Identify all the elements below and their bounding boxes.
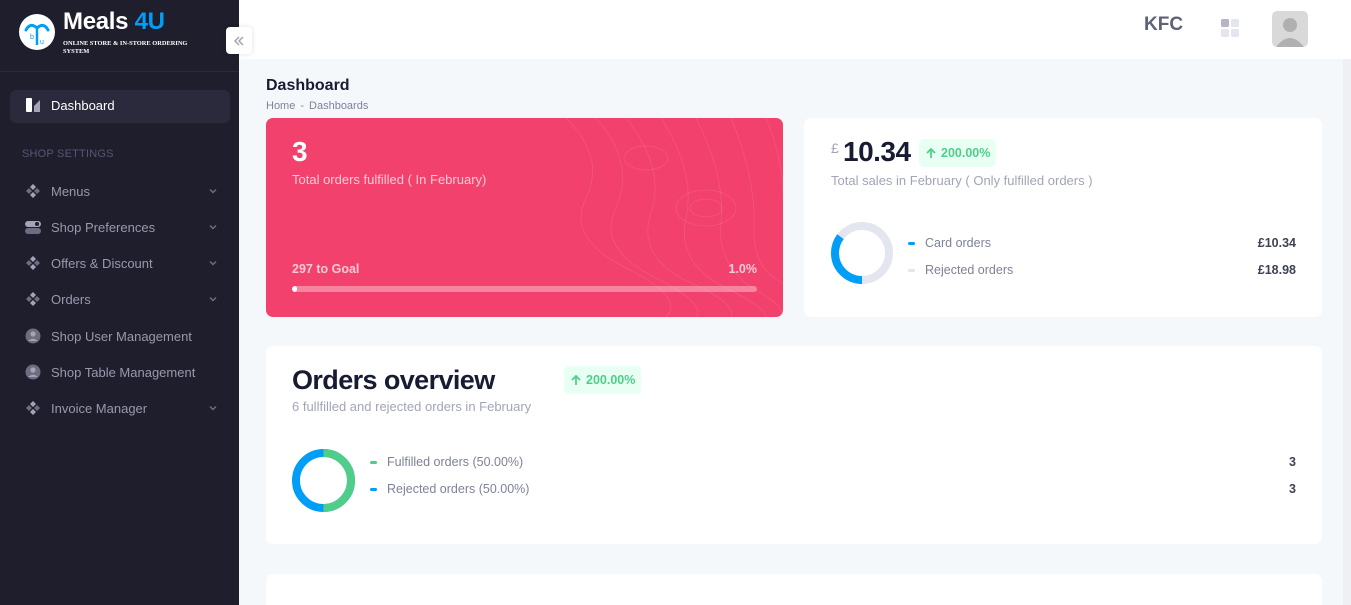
total-sales-subtitle: Total sales in February ( Only fulfilled…	[831, 173, 1093, 188]
sales-growth-badge: 200.00%	[919, 139, 997, 167]
sidebar-item-label: Dashboard	[51, 97, 115, 113]
legend-label: Rejected orders (50.00%)	[387, 482, 530, 496]
sidebar-item-shop-preferences[interactable]: Shop Preferences	[24, 217, 155, 237]
orders-overview-title: Orders overview	[292, 365, 495, 395]
legend-marker	[908, 268, 915, 272]
diamond-cluster-icon	[24, 399, 42, 417]
sidebar-section-title: SHOP SETTINGS	[22, 148, 114, 160]
sidebar-item-shop-table-management[interactable]: Shop Table Management	[24, 362, 195, 382]
breadcrumb-current: Dashboards	[309, 100, 369, 112]
sidebar-item-label: Shop Table Management	[51, 364, 196, 380]
legend-label: Fulfilled orders (50.00%)	[387, 455, 524, 469]
goal-percent-text: 1.0%	[728, 262, 758, 276]
chevron-down-icon[interactable]	[207, 293, 219, 305]
legend-card-orders: Card orders	[908, 236, 991, 250]
overview-growth-value: 200.00%	[586, 373, 636, 387]
legend-marker	[370, 460, 377, 464]
legend-value-card-orders: £10.34	[1257, 236, 1296, 250]
svg-text:u: u	[40, 39, 44, 46]
sales-growth-value: 200.00%	[941, 146, 991, 160]
diamond-cluster-icon	[24, 254, 42, 272]
svg-text:b: b	[30, 34, 34, 41]
toggle-icon	[24, 218, 42, 236]
orders-fulfilled-value: 3	[292, 136, 308, 167]
legend-marker	[908, 241, 915, 245]
brand-tagline: ONLINE STORE & IN-STORE ORDERING SYSTEM	[63, 40, 188, 55]
chevron-down-icon[interactable]	[207, 402, 219, 414]
breadcrumb-home[interactable]: Home	[266, 100, 295, 112]
apps-grid-icon[interactable]	[1221, 19, 1239, 37]
user-circle-icon	[24, 363, 42, 381]
legend-label: Rejected orders	[925, 263, 1014, 277]
breadcrumb-separator: -	[300, 100, 305, 112]
orders-fulfilled-subtitle: Total orders fulfilled ( In February)	[292, 172, 487, 187]
sidebar-item-label: Menus	[51, 183, 91, 199]
legend-value-rejected-orders: 3	[1289, 482, 1296, 496]
page-scrollbar[interactable]	[1343, 59, 1351, 605]
overview-growth-badge: 200.00%	[564, 366, 642, 394]
orders-fulfilled-card: 3 Total orders fulfilled ( In February) …	[266, 118, 783, 317]
orders-overview-card: Orders overview 200.00% 6 fullfilled and…	[266, 346, 1322, 544]
legend-rejected-orders: Rejected orders (50.00%)	[370, 482, 529, 496]
shop-name: KFC	[1144, 14, 1184, 35]
user-avatar[interactable]	[1272, 11, 1308, 47]
top-header: KFC	[239, 0, 1351, 59]
sidebar-item-label: Orders	[51, 291, 91, 307]
page-title: Dashboard	[266, 77, 350, 94]
goal-remaining-text: 297 to Goal	[292, 262, 360, 276]
sidebar-item-label: Shop Preferences	[51, 219, 156, 235]
sidebar-item-label: Shop User Management	[51, 328, 192, 344]
total-sales-card: £ 10.34 200.00% Total sales in February …	[804, 118, 1322, 317]
goal-progress-fill	[292, 286, 297, 292]
legend-fulfilled-orders: Fulfilled orders (50.00%)	[370, 455, 523, 469]
sidebar-item-offers-discount[interactable]: Offers & Discount	[24, 253, 153, 273]
brand-name: Meals 4U	[63, 8, 165, 35]
sidebar-item-invoice-manager[interactable]: Invoice Manager	[24, 398, 147, 418]
orders-overview-subtitle: 6 fullfilled and rejected orders in Febr…	[292, 399, 532, 414]
arrow-up-icon	[926, 147, 936, 158]
legend-marker	[370, 487, 377, 491]
currency-symbol: £	[831, 140, 839, 156]
legend-rejected-orders: Rejected orders	[908, 263, 1013, 277]
chevron-down-icon[interactable]	[207, 221, 219, 233]
sidebar-item-label: Invoice Manager	[51, 400, 148, 416]
next-card	[266, 574, 1322, 605]
sales-donut-chart	[831, 222, 893, 284]
user-circle-icon	[24, 327, 42, 345]
sidebar: b u Meals 4U ONLINE STORE & IN-STORE ORD…	[0, 0, 239, 605]
breadcrumb: Home - Dashboards	[266, 100, 368, 112]
total-sales-value: 10.34	[843, 136, 911, 167]
chevron-down-icon[interactable]	[207, 185, 219, 197]
brand-logo[interactable]: b u	[19, 14, 55, 50]
diamond-cluster-icon	[24, 182, 42, 200]
legend-label: Card orders	[925, 236, 991, 250]
diamond-cluster-icon	[24, 290, 42, 308]
sidebar-collapse-button[interactable]	[226, 27, 252, 54]
sidebar-item-orders[interactable]: Orders	[24, 289, 91, 309]
chevron-down-icon[interactable]	[207, 257, 219, 269]
arrow-up-icon	[571, 374, 581, 385]
legend-value-rejected-orders: £18.98	[1257, 263, 1296, 277]
sidebar-item-menus[interactable]: Menus	[24, 181, 90, 201]
goal-progress-bar	[292, 286, 757, 292]
sidebar-item-dashboard[interactable]: Dashboard	[24, 95, 115, 115]
double-chevron-left-icon	[233, 35, 244, 46]
sidebar-item-shop-user-management[interactable]: Shop User Management	[24, 326, 192, 346]
dashboard-icon	[24, 96, 42, 114]
overview-donut-chart	[292, 449, 355, 512]
legend-value-fulfilled-orders: 3	[1289, 455, 1296, 469]
brand: b u Meals 4U ONLINE STORE & IN-STORE ORD…	[0, 0, 239, 72]
sidebar-item-label: Offers & Discount	[51, 255, 153, 271]
